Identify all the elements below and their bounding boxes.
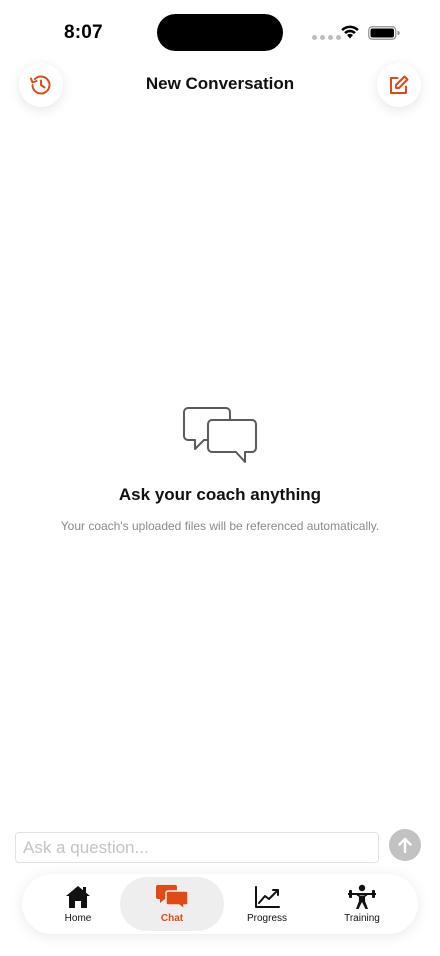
battery-icon [368,26,400,40]
wifi-icon [341,25,359,39]
page-title: New Conversation [145,74,295,93]
compose-icon [390,75,409,94]
empty-state-title: Ask your coach anything [118,485,322,504]
chat-icon [156,885,189,910]
empty-state: Ask your coach anything Your coach's upl… [0,405,440,533]
header: New Conversation [0,60,440,110]
cellular-signal-icon [312,35,341,40]
tab-progress[interactable]: Progress [215,877,319,931]
dynamic-island [157,14,283,51]
weightlifter-icon [348,884,376,909]
arrow-up-icon [398,837,412,854]
status-bar: 8:07 [0,0,440,60]
chat-bubbles-icon [183,407,257,463]
tab-training-label: Training [344,913,380,924]
status-time: 8:07 [64,22,103,43]
send-button[interactable] [389,829,421,861]
tab-training[interactable]: Training [310,877,414,931]
tab-chat[interactable]: Chat [120,877,224,931]
home-icon [66,886,90,908]
tab-home[interactable]: Home [26,877,130,931]
tab-chat-label: Chat [160,913,184,924]
empty-state-subtitle: Your coach's uploaded files will be refe… [60,519,380,533]
tab-progress-label: Progress [246,913,287,924]
chart-line-icon [255,886,280,908]
app-screen: 8:07 New Conversation Ask your coach any… [0,0,440,956]
tab-home-label: Home [64,913,92,924]
new-conversation-button[interactable] [377,63,421,107]
ask-question-input[interactable] [15,832,379,863]
bottom-tab-bar: Home Chat Progress Training [22,874,418,934]
